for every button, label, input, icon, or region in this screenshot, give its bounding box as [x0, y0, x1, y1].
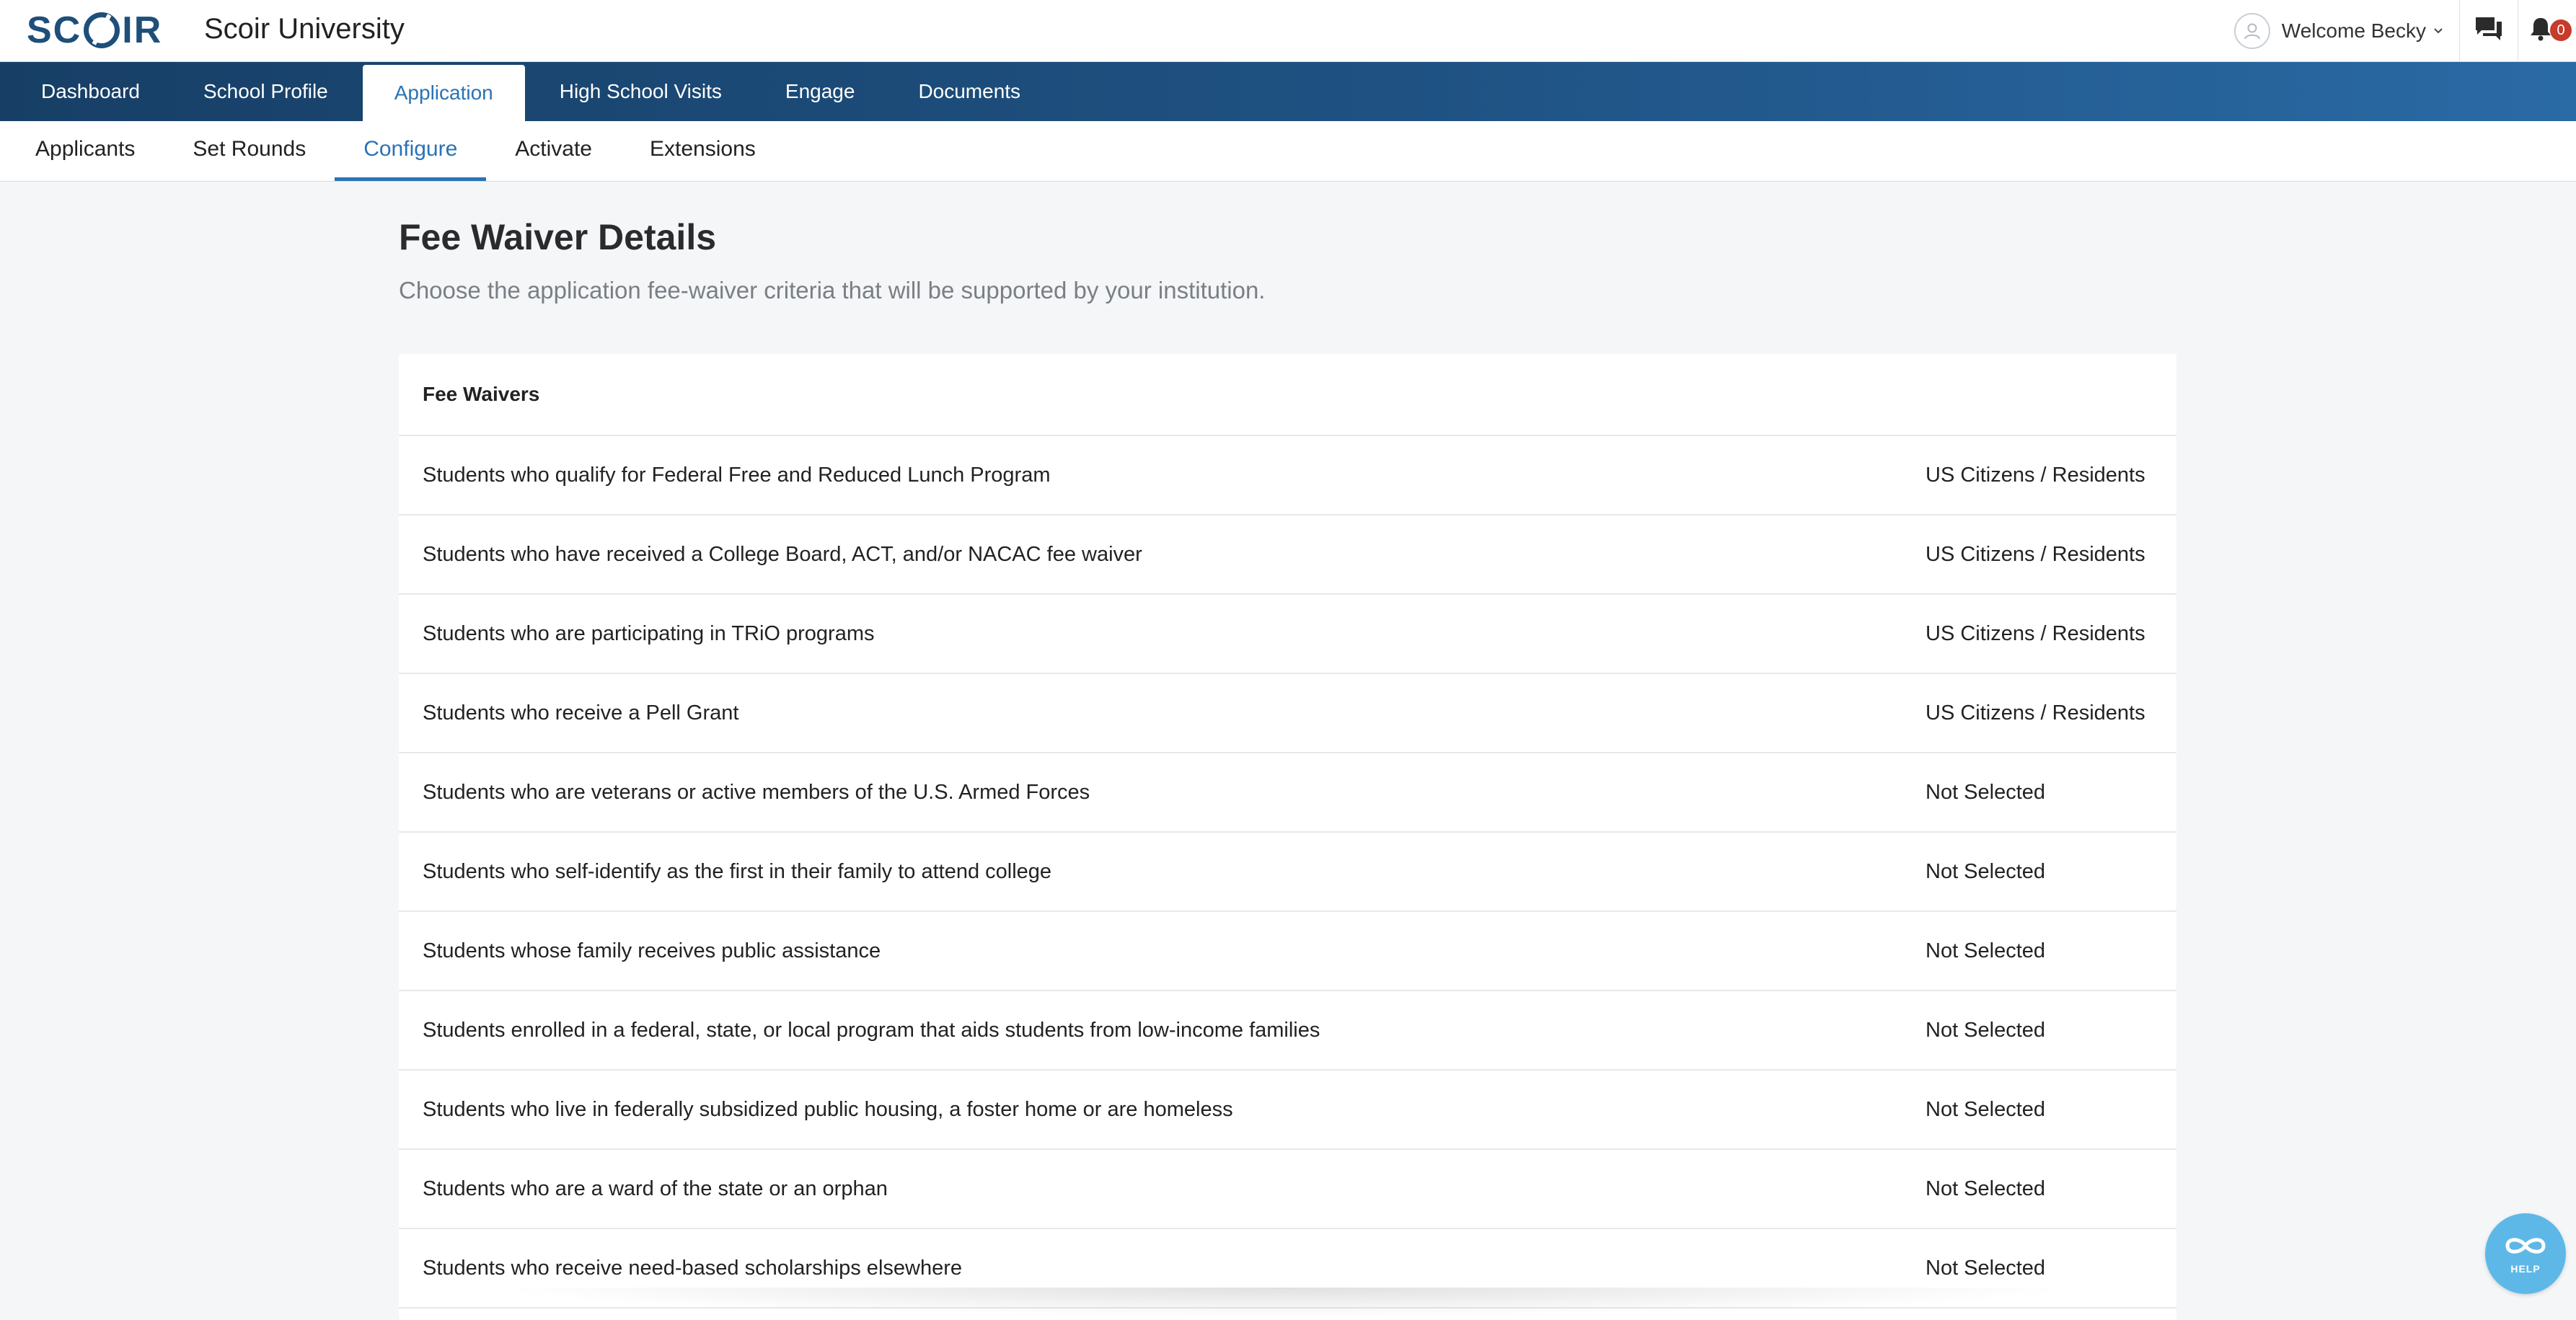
waiver-status[interactable]: Not Selected	[1926, 939, 2045, 963]
secondary-nav: Applicants Set Rounds Configure Activate…	[0, 121, 2576, 182]
waiver-status[interactable]: Not Selected	[1926, 781, 2045, 805]
infinity-icon	[2502, 1233, 2549, 1262]
waiver-row[interactable]: Students enrolled in a federal, state, o…	[399, 991, 2176, 1071]
tab-set-rounds[interactable]: Set Rounds	[164, 121, 335, 181]
waiver-row[interactable]: Students who receive need-based scholars…	[399, 1229, 2176, 1308]
nav-documents[interactable]: Documents	[886, 65, 1052, 118]
top-header: SC IR Scoir University Welcome Becky 0	[0, 0, 2576, 62]
waiver-label: Students who are a ward of the state or …	[423, 1177, 888, 1200]
institution-name: Scoir University	[204, 13, 405, 45]
help-label: HELP	[2510, 1262, 2541, 1275]
avatar-icon	[2233, 12, 2270, 49]
fee-waivers-card: Fee Waivers Students who qualify for Fed…	[399, 354, 2176, 1320]
nav-high-school-visits[interactable]: High School Visits	[528, 65, 754, 118]
nav-engage[interactable]: Engage	[754, 65, 887, 118]
notifications-button[interactable]: 0	[2518, 0, 2576, 61]
logo-letters-sc: SC	[27, 9, 82, 51]
user-menu-button[interactable]: Welcome Becky	[2220, 0, 2459, 61]
waiver-label: Students who live in federally subsidize…	[423, 1097, 1233, 1121]
waiver-status[interactable]: US Citizens / Residents	[1926, 543, 2145, 567]
nav-dashboard[interactable]: Dashboard	[0, 65, 172, 118]
waiver-status[interactable]: US Citizens / Residents	[1926, 622, 2145, 646]
waiver-label: Students who have received a College Boa…	[423, 542, 1142, 566]
waiver-row[interactable]: Students who are participating in TRiO p…	[399, 595, 2176, 674]
chevron-down-icon	[2433, 27, 2443, 35]
waiver-row[interactable]: Students who have received a College Boa…	[399, 515, 2176, 595]
tab-activate[interactable]: Activate	[486, 121, 621, 181]
logo-o-glyph	[84, 12, 120, 48]
waiver-row[interactable]: Students who receive a Pell Grant US Cit…	[399, 674, 2176, 753]
waiver-label: Students who receive need-based scholars…	[423, 1256, 962, 1280]
logo-letters-ir: IR	[122, 9, 163, 51]
card-header: Fee Waivers	[399, 354, 2176, 436]
notification-count-badge: 0	[2550, 19, 2572, 41]
page-subtitle: Choose the application fee-waiver criter…	[399, 277, 1266, 304]
user-area: Welcome Becky 0	[2220, 0, 2576, 61]
tab-extensions[interactable]: Extensions	[621, 121, 785, 181]
waiver-row[interactable]: Students who live in federally subsidize…	[399, 1071, 2176, 1150]
tab-applicants[interactable]: Applicants	[0, 121, 164, 181]
waiver-status[interactable]: US Citizens / Residents	[1926, 701, 2145, 725]
nav-school-profile[interactable]: School Profile	[172, 65, 360, 118]
waiver-label: Students who qualify for Federal Free an…	[423, 463, 1051, 487]
tab-configure[interactable]: Configure	[335, 121, 487, 181]
waiver-status[interactable]: Not Selected	[1926, 1257, 2045, 1280]
waiver-status[interactable]: Not Selected	[1926, 1098, 2045, 1122]
waiver-label: Students who are participating in TRiO p…	[423, 621, 875, 645]
primary-nav: Dashboard School Profile Application Hig…	[0, 62, 2576, 121]
waiver-label: Students who are veterans or active memb…	[423, 780, 1090, 804]
waiver-row[interactable]: Students who self-identify as the first …	[399, 833, 2176, 912]
waiver-status[interactable]: Not Selected	[1926, 1177, 2045, 1201]
waiver-row[interactable]: Students whose family receives public as…	[399, 912, 2176, 991]
waiver-status[interactable]: US Citizens / Residents	[1926, 464, 2145, 487]
welcome-text: Welcome Becky	[2281, 19, 2426, 42]
waiver-row[interactable]: Students who qualify for Federal Free an…	[399, 436, 2176, 515]
waiver-row[interactable]: Students who are a ward of the state or …	[399, 1150, 2176, 1229]
help-button[interactable]: HELP	[2485, 1213, 2566, 1294]
bell-icon	[2529, 16, 2552, 45]
waiver-row[interactable]: Students who are veterans or active memb…	[399, 753, 2176, 833]
waiver-label: Students enrolled in a federal, state, o…	[423, 1018, 1320, 1042]
nav-application[interactable]: Application	[362, 65, 525, 121]
chat-icon	[2474, 16, 2503, 45]
waiver-label: Students who self-identify as the first …	[423, 859, 1052, 883]
waiver-status[interactable]: Not Selected	[1926, 860, 2045, 884]
page-title: Fee Waiver Details	[399, 217, 717, 257]
waiver-label: Students whose family receives public as…	[423, 939, 881, 962]
scoir-logo[interactable]: SC IR	[27, 9, 163, 51]
messages-button[interactable]	[2459, 0, 2518, 61]
waiver-status[interactable]: Not Selected	[1926, 1019, 2045, 1042]
waiver-label: Students who receive a Pell Grant	[423, 701, 739, 725]
